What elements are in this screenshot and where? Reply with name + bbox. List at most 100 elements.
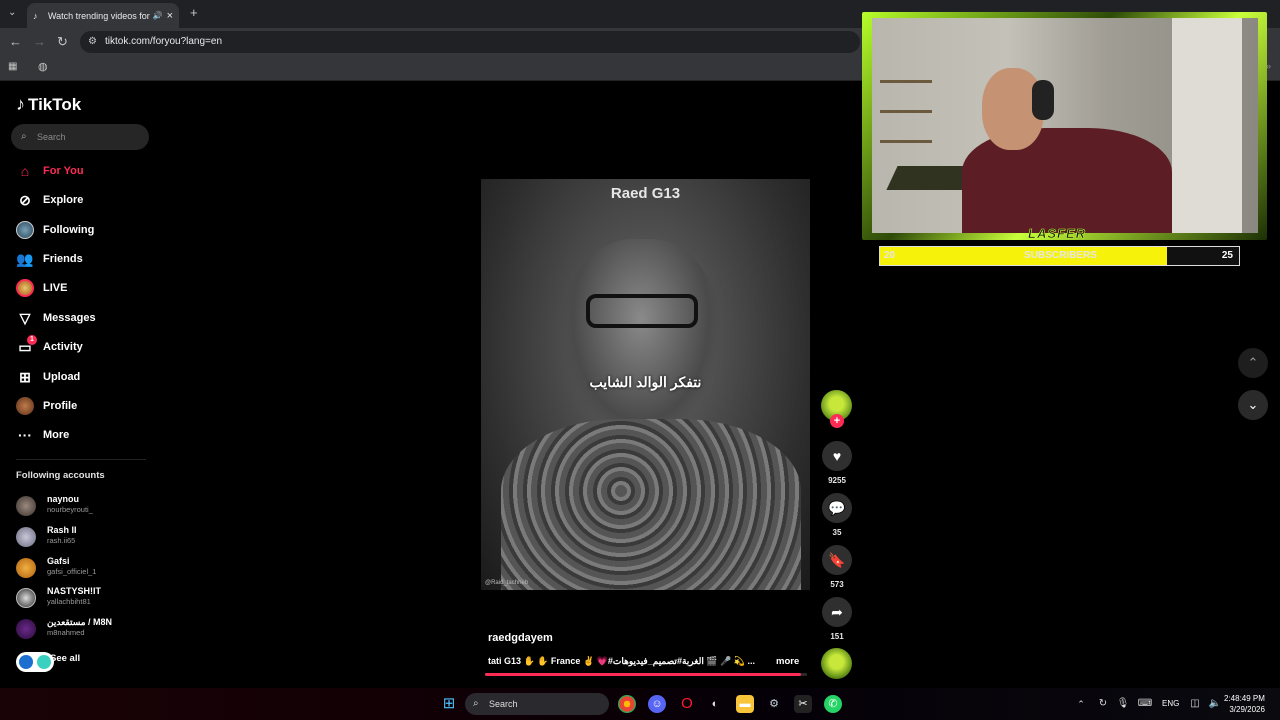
apps-grid-icon[interactable]: ▦ <box>8 61 17 72</box>
nav-live[interactable]: LIVE <box>15 277 67 299</box>
site-info-icon[interactable]: ⚙ <box>88 31 97 53</box>
keyboard-icon[interactable]: ⌨ <box>1136 695 1154 713</box>
follow-plus-button[interactable]: + <box>830 414 844 428</box>
whatsapp-icon[interactable]: ✆ <box>824 695 842 713</box>
nav-for-you[interactable]: ⌂ For You <box>15 160 84 182</box>
nav-activity[interactable]: ▭ 1 Activity <box>15 335 83 358</box>
obs-icon[interactable]: ◐ <box>706 695 724 713</box>
nav-friends[interactable]: 👥 Friends <box>15 248 82 270</box>
chevron-down-icon: ⌄ <box>1247 397 1259 412</box>
activity-icon: ▭ 1 <box>15 335 37 357</box>
cam-door <box>1172 18 1242 233</box>
microphone-icon[interactable]: 🎙 <box>1114 695 1132 713</box>
nav-more[interactable]: ··· More <box>15 424 69 446</box>
friends-icon: 👥 <box>16 250 34 267</box>
avatar <box>16 527 36 547</box>
capcut-icon[interactable]: ✂ <box>794 695 812 713</box>
nav-label: Explore <box>43 194 84 206</box>
address-bar[interactable]: ⚙ tiktok.com/foryou?lang=en <box>80 31 860 53</box>
previous-video-button[interactable]: ⌃ <box>1238 348 1268 378</box>
search-placeholder: Search <box>37 132 66 142</box>
browser-tab[interactable]: ♪ Watch trending videos for y 🔊 × <box>27 3 179 28</box>
subs-goal: 25 <box>1221 250 1233 261</box>
activity-badge: 1 <box>27 335 37 345</box>
see-all-link[interactable]: See all <box>50 653 80 664</box>
avatar <box>16 496 36 516</box>
video-caption: tati G13 ✋ ✋ France ✌️ 💗#الغربة#تصميم_في… <box>488 656 755 666</box>
nav-explore[interactable]: ⊘ Explore <box>15 189 83 211</box>
sound-disc-icon[interactable] <box>821 648 852 679</box>
extension-icon <box>19 655 33 669</box>
reload-icon[interactable]: ↻ <box>57 34 68 50</box>
taskbar-search[interactable]: ⌕ Search <box>465 693 609 715</box>
search-input[interactable]: ⌕ Search <box>11 124 149 150</box>
tray-overflow-icon[interactable]: ⌃ <box>1072 695 1090 713</box>
back-arrow-icon[interactable]: ← <box>9 34 22 49</box>
account-handle: yallachbiht81 <box>47 597 91 606</box>
account-handle: gafsi_officiel_1 <box>47 567 97 576</box>
like-action[interactable]: ♥ 9255 <box>821 441 853 485</box>
nav-profile[interactable]: Profile <box>15 395 77 417</box>
speaker-icon[interactable]: 🔊 <box>153 11 163 20</box>
bookmark-icon[interactable]: 🔖 <box>822 545 852 575</box>
opera-icon[interactable]: O <box>678 695 696 713</box>
live-icon <box>15 278 35 298</box>
browser-extension-pill[interactable] <box>16 652 54 672</box>
new-tab-button[interactable]: + <box>190 5 198 20</box>
tiktok-favicon-icon: ♪ <box>33 10 38 21</box>
nav-messages[interactable]: ▽ Messages <box>15 307 96 329</box>
following-accounts-title: Following accounts <box>16 470 105 481</box>
taskbar-search-label: Search <box>489 699 518 709</box>
account-name: مستقعدين / M8N <box>47 617 113 627</box>
nav-following[interactable]: Following <box>15 219 94 241</box>
like-count: 9255 <box>828 476 846 485</box>
nav-label: Following <box>43 224 95 236</box>
file-explorer-icon[interactable]: ▬ <box>736 695 754 713</box>
comment-count: 35 <box>832 528 842 537</box>
caption-more-button[interactable]: more <box>776 656 799 667</box>
video-author[interactable]: raedgdayem <box>488 632 553 644</box>
nav-label: Messages <box>43 312 96 324</box>
volume-icon[interactable]: 🔈 <box>1206 695 1224 713</box>
save-count: 573 <box>830 580 844 589</box>
steam-icon[interactable]: ⚙ <box>765 695 783 713</box>
nav-label: Upload <box>43 371 81 383</box>
tab-close-icon[interactable]: × <box>167 10 173 22</box>
video-player[interactable]: Raed G13 نتفكر الوالد الشايب @Raid_tachh… <box>481 179 810 590</box>
save-action[interactable]: 🔖 573 <box>821 545 853 589</box>
account-handle: rash.ii65 <box>47 536 76 545</box>
chrome-icon[interactable] <box>618 695 636 713</box>
discord-icon[interactable]: ☺ <box>648 695 666 713</box>
windows-start-icon[interactable]: ⊞ <box>440 695 458 713</box>
windows-taskbar: ⊞ ⌕ Search ☺ O ◐ ▬ ⚙ ✂ ✆ ⌃ ↻ 🎙 ⌨ ENG ◫ 🔈… <box>0 688 1280 720</box>
language-indicator[interactable]: ENG <box>1162 699 1179 708</box>
cam-headset <box>1032 80 1054 120</box>
share-action[interactable]: ➦ 151 <box>821 597 853 641</box>
taskbar-clock[interactable]: 2:48:49 PM 3/29/2026 <box>1224 693 1265 715</box>
nav-upload[interactable]: ⊞ Upload <box>15 366 80 388</box>
forward-arrow-icon[interactable]: → <box>33 34 46 49</box>
share-arrow-icon[interactable]: ➦ <box>822 597 852 627</box>
account-handle: nourbeyrouti_ <box>47 505 93 514</box>
network-activity-icon[interactable]: ↻ <box>1094 695 1112 713</box>
profile-avatar-icon <box>15 396 35 416</box>
upload-plus-icon: ⊞ <box>19 368 31 385</box>
more-dots-icon: ··· <box>18 427 32 443</box>
wifi-icon[interactable]: ◫ <box>1186 695 1204 713</box>
avatar <box>16 588 36 608</box>
globe-icon[interactable]: ◍ <box>38 60 48 73</box>
video-progress-bar[interactable] <box>485 673 807 676</box>
account-name: Gafsi <box>47 556 70 566</box>
comment-action[interactable]: 💬 35 <box>821 493 853 537</box>
tab-list-chevron-icon[interactable]: ⌄ <box>8 7 16 18</box>
avatar <box>16 558 36 578</box>
next-video-button[interactable]: ⌄ <box>1238 390 1268 420</box>
tiktok-logo[interactable]: ♪ TikTok <box>16 94 81 115</box>
divider <box>16 459 146 460</box>
comment-icon[interactable]: 💬 <box>822 493 852 523</box>
nav-label: More <box>43 429 70 441</box>
account-name: NASTYSH!IT <box>47 586 101 596</box>
heart-icon[interactable]: ♥ <box>822 441 852 471</box>
subs-label: SUBSCRIBERS <box>1024 250 1097 261</box>
video-person-face <box>561 239 721 439</box>
